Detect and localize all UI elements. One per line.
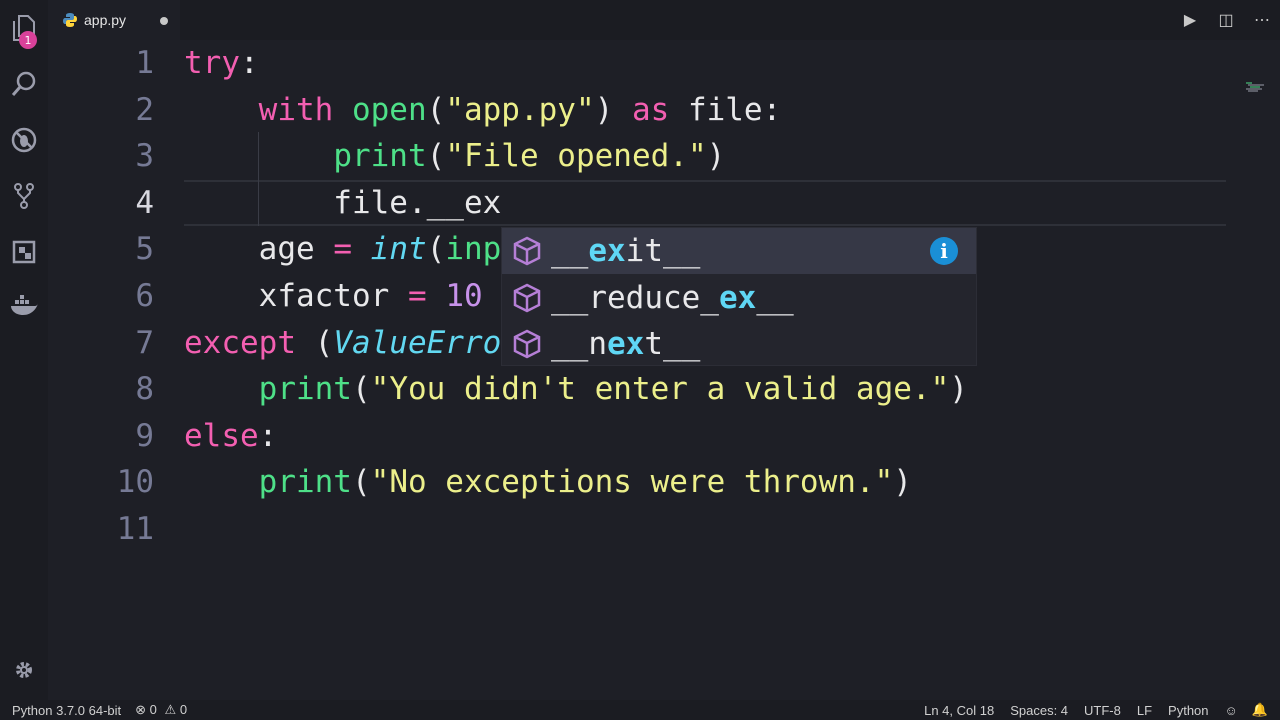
editor-actions: ▶ ◫ ⋯ (1180, 10, 1272, 30)
explorer-badge: 1 (19, 31, 37, 49)
line-number: 3 (135, 138, 154, 175)
notifications-bell-icon[interactable]: 🔔 (1252, 702, 1268, 718)
tab-app-py[interactable]: app.py (48, 0, 180, 40)
gear-icon[interactable] (8, 654, 40, 686)
suggestion-label: __reduce_ex__ (551, 279, 794, 316)
indentation[interactable]: Spaces: 4 (1010, 703, 1068, 718)
feedback-icon[interactable]: ☺ (1225, 703, 1238, 718)
code-text: try: (184, 45, 259, 81)
code-text: except (ValueErro (184, 324, 502, 361)
line-number: 6 (135, 278, 154, 314)
unsaved-dot-icon[interactable] (160, 17, 168, 25)
line-number: 5 (135, 231, 154, 268)
end-of-line[interactable]: LF (1137, 703, 1152, 718)
code-text: print("No exceptions were thrown.") (258, 464, 912, 501)
python-interpreter[interactable]: Python 3.7.0 64-bit (12, 703, 121, 718)
suggestion-label: __exit__ (551, 233, 701, 269)
autocomplete-popup: __exit__ i __reduce_ex__ __next__ (501, 227, 977, 366)
suggestion-item[interactable]: __reduce_ex__ (502, 275, 976, 321)
tab-label: app.py (84, 12, 127, 28)
warning-icon: ⚠ (164, 702, 177, 717)
code-text: with open("app.py") as file: (258, 91, 782, 128)
line-number: 4 (135, 184, 154, 221)
more-actions-icon[interactable]: ⋯ (1252, 10, 1272, 30)
status-bar: Python 3.7.0 64-bit ⊗ 0 ⚠ 0 Ln 4, Col 18… (0, 700, 1280, 720)
suggestion-label: __next__ (551, 326, 701, 362)
python-file-icon (62, 12, 78, 28)
line-number: 1 (135, 45, 154, 81)
method-cube-icon (513, 236, 541, 266)
minimap[interactable] (1244, 82, 1266, 92)
error-icon: ⊗ (135, 702, 147, 717)
line-number: 10 (116, 464, 154, 501)
tab-bar: app.py ▶ ◫ ⋯ (48, 0, 1280, 40)
code-text: print("You didn't enter a valid age.") (258, 371, 968, 408)
code-text: file.__ex (184, 184, 502, 221)
line-number: 2 (135, 91, 154, 128)
search-icon[interactable] (8, 68, 40, 100)
debug-icon[interactable] (8, 124, 40, 156)
code-editor[interactable]: 1 try: 2 with open("app.py") as file: 3 pri… (48, 40, 1280, 700)
activity-bar: 1 (0, 0, 48, 700)
extensions-icon[interactable] (8, 236, 40, 268)
line-number: 7 (135, 324, 154, 361)
suggestion-item[interactable]: __exit__ i (502, 228, 976, 274)
line-number: 11 (116, 511, 154, 547)
code-text: else: (184, 417, 278, 454)
code-text: xfactor = 10 (184, 278, 483, 314)
cursor-position[interactable]: Ln 4, Col 18 (924, 703, 994, 718)
code-text: age = int(inp (184, 231, 502, 268)
docker-icon[interactable] (8, 290, 40, 322)
source-control-icon[interactable] (8, 180, 40, 212)
method-cube-icon (513, 329, 541, 359)
encoding[interactable]: UTF-8 (1084, 703, 1121, 718)
info-icon[interactable]: i (930, 237, 958, 265)
code-text: print("File opened.") (333, 138, 726, 175)
language-mode[interactable]: Python (1168, 703, 1208, 718)
split-editor-icon[interactable]: ◫ (1216, 10, 1236, 30)
suggestion-item[interactable]: __next__ (502, 321, 976, 367)
line-number: 8 (135, 371, 154, 408)
run-icon[interactable]: ▶ (1180, 10, 1200, 30)
method-cube-icon (513, 283, 541, 312)
problems-indicator[interactable]: ⊗ 0 ⚠ 0 (135, 702, 187, 718)
line-number: 9 (135, 417, 154, 454)
